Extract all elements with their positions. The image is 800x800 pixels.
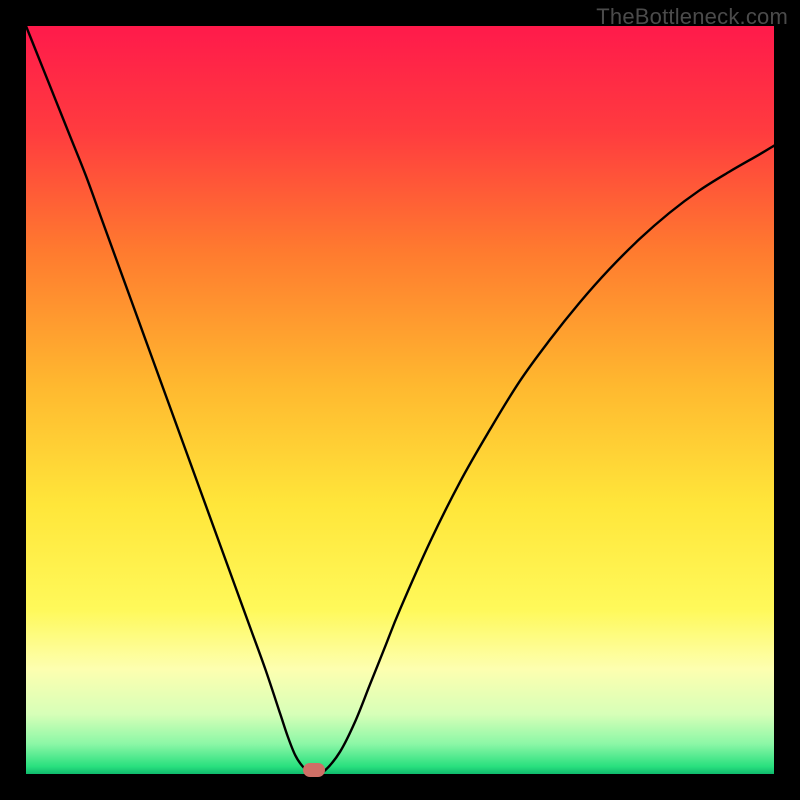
curve-path: [26, 26, 774, 773]
chart-plot-area: [26, 26, 774, 774]
chart-frame: TheBottleneck.com: [0, 0, 800, 800]
optimum-marker: [303, 763, 325, 777]
watermark-text: TheBottleneck.com: [596, 4, 788, 30]
bottleneck-curve: [26, 26, 774, 774]
